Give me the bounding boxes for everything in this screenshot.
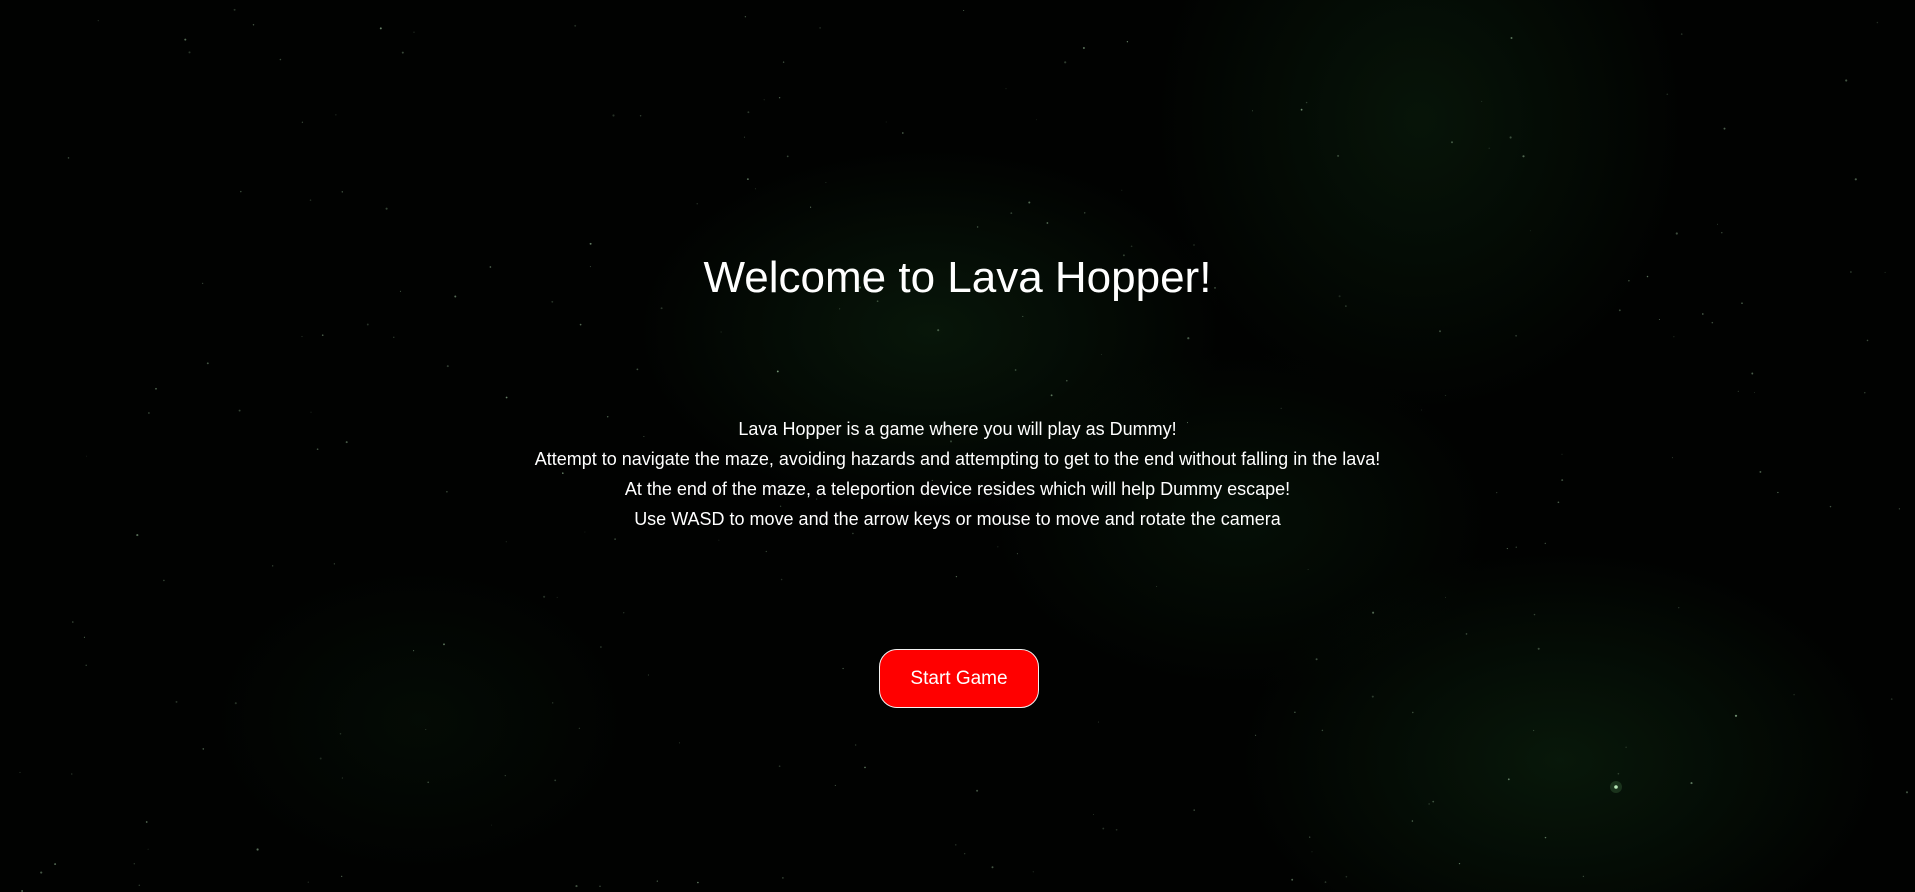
description-line: Use WASD to move and the arrow keys or m… <box>634 509 1281 529</box>
description-line: Attempt to navigate the maze, avoiding h… <box>534 449 1381 469</box>
game-title: Welcome to Lava Hopper! <box>703 253 1212 302</box>
description-line: At the end of the maze, a teleportion de… <box>624 479 1291 499</box>
game-start-screen: Welcome to Lava Hopper! Lava Hopper is a… <box>0 0 1915 892</box>
description-line: Lava Hopper is a game where you will pla… <box>738 419 1177 439</box>
game-description: Lava Hopper is a game where you will pla… <box>0 414 1915 534</box>
start-game-button[interactable]: Start Game <box>879 649 1039 708</box>
start-menu: Welcome to Lava Hopper! Lava Hopper is a… <box>0 0 1915 892</box>
